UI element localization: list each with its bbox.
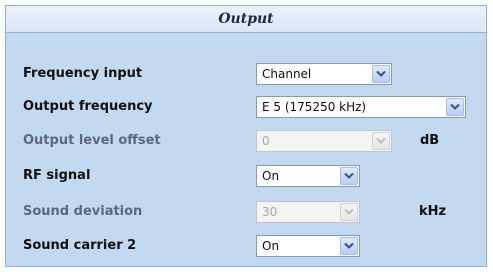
sound-deviation-unit: kHz (419, 204, 447, 219)
sound-deviation-label: Sound deviation (23, 204, 143, 219)
panel-title: Output (6, 6, 486, 33)
frequency-input-row: Frequency input Channel (6, 63, 486, 87)
output-level-offset-value: 0 (262, 134, 270, 148)
chevron-down-icon[interactable] (340, 167, 358, 185)
rf-signal-select[interactable]: On (256, 165, 360, 187)
output-frequency-row: Output frequency E 5 (175250 kHz) (6, 96, 486, 120)
output-frequency-value: E 5 (175250 kHz) (262, 100, 367, 114)
sound-deviation-value: 30 (262, 205, 278, 219)
output-level-offset-label: Output level offset (23, 133, 161, 148)
rf-signal-value: On (262, 169, 280, 183)
rf-signal-row: RF signal On (6, 165, 486, 189)
sound-carrier-2-row: Sound carrier 2 On (6, 235, 486, 259)
chevron-down-icon[interactable] (340, 237, 358, 255)
chevron-down-icon[interactable] (446, 98, 464, 116)
sound-deviation-row: Sound deviation 30 kHz (6, 201, 486, 225)
sound-carrier-2-value: On (262, 239, 280, 253)
sound-carrier-2-label: Sound carrier 2 (23, 238, 137, 253)
output-level-offset-unit: dB (420, 133, 440, 148)
chevron-down-icon (340, 203, 358, 221)
frequency-input-select[interactable]: Channel (256, 63, 392, 85)
rf-signal-label: RF signal (23, 168, 91, 183)
chevron-down-icon[interactable] (372, 65, 390, 83)
output-level-offset-select: 0 (256, 130, 392, 152)
sound-carrier-2-select[interactable]: On (256, 235, 360, 257)
output-frequency-select[interactable]: E 5 (175250 kHz) (256, 96, 466, 118)
chevron-down-icon (372, 132, 390, 150)
frequency-input-label: Frequency input (23, 66, 143, 81)
output-level-offset-row: Output level offset 0 dB (6, 130, 486, 154)
output-panel: Output Frequency input Channel Output fr… (5, 5, 487, 267)
output-frequency-label: Output frequency (23, 99, 153, 114)
frequency-input-value: Channel (262, 67, 312, 81)
sound-deviation-select: 30 (256, 201, 360, 223)
